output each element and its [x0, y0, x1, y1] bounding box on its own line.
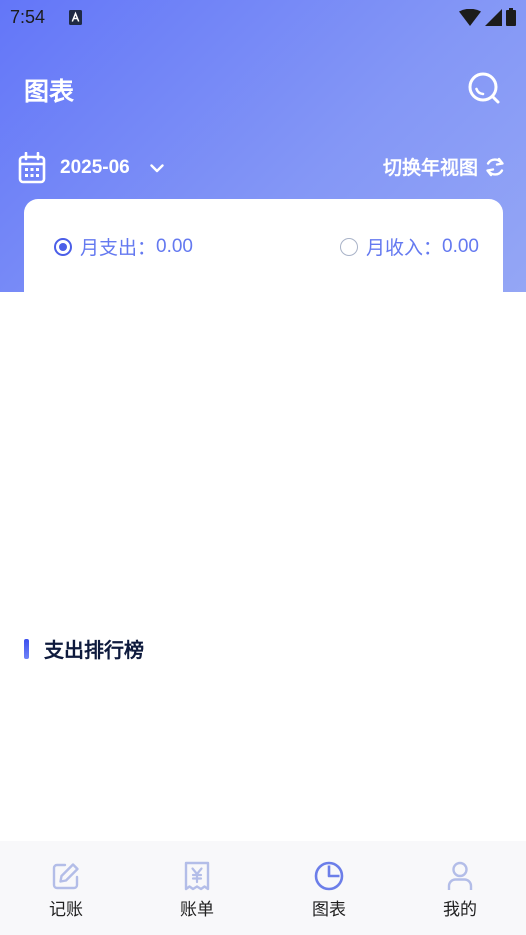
income-radio-option[interactable]: 月收入： 0.00: [340, 233, 479, 260]
battery-icon: [506, 8, 516, 26]
tab-chart[interactable]: 图表: [289, 861, 369, 920]
expense-radio-option[interactable]: 月支出： 0.00: [54, 233, 193, 260]
person-icon: [447, 861, 473, 890]
income-label: 月收入：: [366, 237, 443, 259]
expense-ranking-title: 支出排行榜: [44, 638, 144, 662]
income-value: 0.00: [442, 235, 479, 257]
summary-card: [24, 199, 503, 349]
refresh-icon: [486, 157, 504, 176]
tab-bookkeeping-label: 记账: [49, 900, 83, 920]
page-title: 图表: [24, 77, 75, 106]
expense-label: 月支出：: [80, 237, 157, 259]
edit-icon: [52, 863, 79, 890]
receipt-icon: [184, 861, 210, 891]
tab-bills-label: 账单: [180, 900, 214, 920]
tab-bills[interactable]: 账单: [157, 861, 237, 920]
expense-value: 0.00: [156, 235, 193, 257]
date-picker[interactable]: 2025-06: [18, 150, 164, 186]
radio-selected-icon: [54, 237, 72, 256]
tab-chart-label: 图表: [312, 900, 346, 920]
switch-year-view-button[interactable]: 切换年视图: [383, 153, 506, 180]
pie-chart-icon: [314, 861, 344, 891]
section-accent-bar: [24, 638, 29, 659]
expense-ranking-header: 支出排行榜: [24, 634, 144, 663]
switch-view-label: 切换年视图: [382, 157, 478, 179]
tab-bookkeeping[interactable]: 记账: [26, 861, 106, 920]
status-time: 7:54: [10, 7, 46, 27]
tab-mine[interactable]: 我的: [420, 861, 500, 920]
wifi-icon: [459, 8, 481, 26]
signal-icon: [485, 8, 502, 26]
tab-mine-label: 我的: [443, 900, 477, 920]
date-value: 2025-06: [60, 157, 130, 178]
chevron-down-icon: [150, 163, 164, 172]
calendar-icon: [18, 152, 46, 184]
status-bar: 7:54: [0, 0, 526, 36]
search-icon[interactable]: [466, 70, 502, 106]
radio-unselected-icon: [340, 237, 358, 256]
notification-icon: [69, 10, 82, 25]
bottom-tab-bar: 记账 账单 图表 我的: [0, 841, 526, 935]
system-icons: [459, 8, 516, 26]
